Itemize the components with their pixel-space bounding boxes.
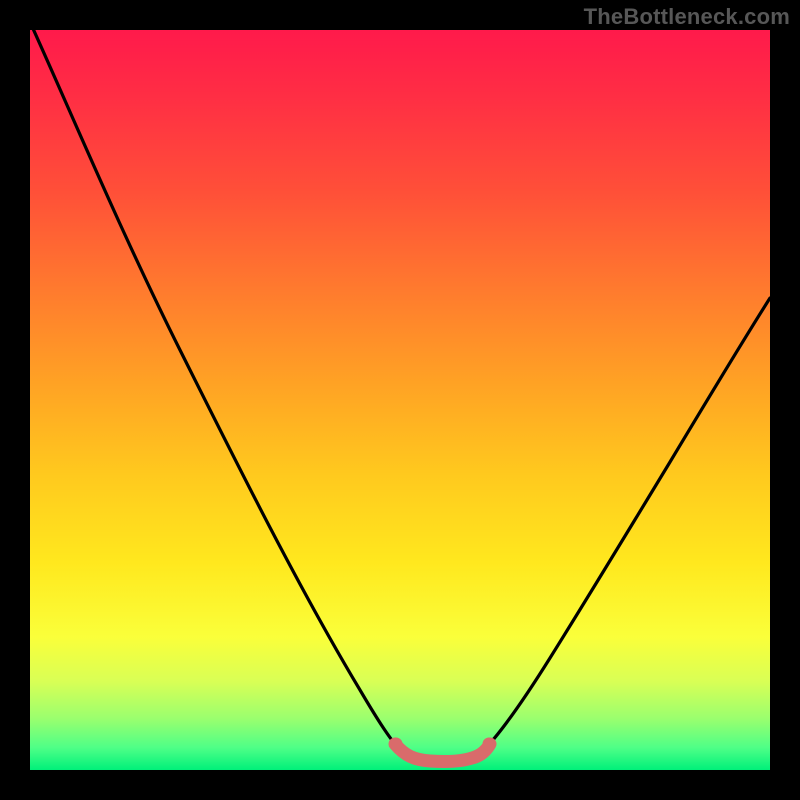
bottleneck-floor-band [395, 744, 490, 762]
bottleneck-curve-right [482, 298, 770, 752]
bottleneck-curve-left [30, 30, 402, 752]
curve-svg [30, 30, 770, 770]
chart-frame: TheBottleneck.com [0, 0, 800, 800]
floor-band-right-cap [483, 738, 496, 751]
floor-band-left-cap [390, 738, 403, 751]
curve-layer [30, 30, 770, 770]
watermark-text: TheBottleneck.com [584, 4, 790, 30]
plot-area [30, 30, 770, 770]
